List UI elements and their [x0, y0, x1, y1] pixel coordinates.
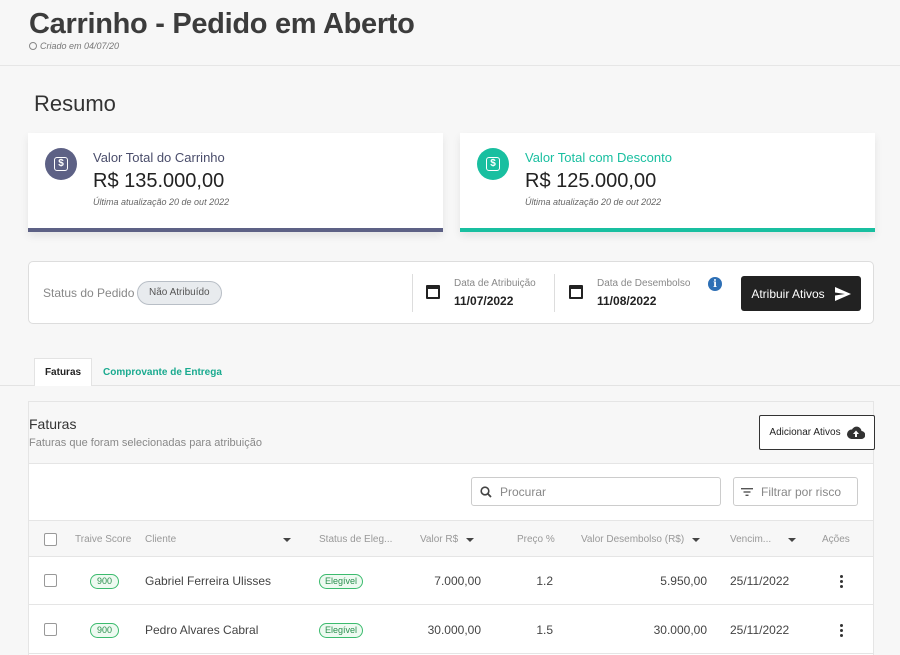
add-assets-button[interactable]: Adicionar Ativos: [759, 415, 875, 450]
send-icon: [834, 286, 851, 301]
divider: [554, 274, 555, 312]
search-input[interactable]: Procurar: [471, 477, 721, 506]
row-checkbox[interactable]: [44, 574, 57, 587]
invoice-disbursement: 30.000,00: [653, 623, 707, 637]
created-date: Criado em 04/07/20: [29, 41, 119, 51]
tabs-bar: Faturas Comprovante de Entrega: [0, 356, 900, 386]
attribution-date-value: 11/07/2022: [454, 294, 514, 308]
column-header-due-label: Vencim...: [730, 534, 772, 545]
invoice-disbursement: 5.950,00: [660, 574, 707, 588]
invoices-subtitle: Faturas que foram selecionadas para atri…: [29, 437, 262, 449]
client-name: Gabriel Ferreira Ulisses: [145, 574, 272, 588]
sort-arrow-icon: [692, 537, 701, 542]
search-placeholder: Procurar: [500, 484, 547, 499]
cart-total-value: R$ 135.000,00: [93, 170, 225, 192]
column-header-disbursement-label: Valor Desembolso (R$): [581, 534, 685, 545]
money-icon: $: [45, 148, 77, 180]
discount-total-value: R$ 125.000,00: [525, 170, 657, 192]
card-accent-bar: [28, 228, 443, 232]
order-status-label: Status do Pedido: [43, 286, 135, 300]
cart-total-card: $ Valor Total do Carrinho R$ 135.000,00 …: [28, 133, 443, 232]
invoice-value: 30.000,00: [427, 623, 481, 637]
column-header-actions: Ações: [822, 534, 850, 545]
column-header-eligibility[interactable]: Status de Eleg...: [319, 521, 392, 558]
sort-arrow-icon: [788, 537, 796, 542]
cart-total-updated: Última atualização 20 de out 2022: [93, 197, 230, 207]
column-header-due[interactable]: Vencim...: [730, 521, 796, 558]
discount-total-card: $ Valor Total com Desconto R$ 125.000,00…: [460, 133, 875, 232]
score-badge: 900: [90, 622, 120, 638]
more-vert-icon[interactable]: [840, 574, 843, 588]
column-header-value-label: Valor R$: [420, 534, 459, 545]
invoice-price: 1.2: [536, 574, 553, 588]
info-icon[interactable]: i: [708, 277, 722, 291]
invoices-title: Faturas: [29, 416, 77, 432]
summary-title: Resumo: [34, 91, 116, 116]
score-badge: 900: [90, 573, 120, 589]
table-row[interactable]: 900 Gabriel Ferreira Ulisses Elegível 7.…: [29, 557, 873, 605]
column-header-client[interactable]: Cliente: [145, 521, 291, 558]
attribution-date-label: Data de Atribuição: [454, 278, 536, 289]
tab-comprovante-entrega[interactable]: Comprovante de Entrega: [103, 358, 222, 386]
select-all-checkbox[interactable]: [44, 533, 57, 546]
card-accent-bar: [460, 228, 875, 232]
column-header-client-label: Cliente: [145, 534, 177, 545]
created-date-text: Criado em 04/07/20: [40, 41, 120, 51]
more-vert-icon[interactable]: [840, 623, 843, 637]
discount-total-updated: Última atualização 20 de out 2022: [525, 197, 662, 207]
column-header-disbursement[interactable]: Valor Desembolso (R$): [581, 521, 701, 558]
cloud-upload-icon: [846, 426, 865, 439]
page-title: Carrinho - Pedido em Aberto: [29, 8, 415, 40]
invoices-header: Faturas Faturas que foram selecionadas p…: [29, 402, 875, 464]
add-assets-label: Adicionar Ativos: [769, 427, 841, 438]
tab-faturas[interactable]: Faturas: [34, 358, 92, 386]
table-header: Traive Score Cliente Status de Eleg... V…: [29, 520, 873, 557]
eligibility-badge: Elegível: [319, 622, 364, 638]
divider: [412, 274, 413, 312]
invoices-panel: Faturas Faturas que foram selecionadas p…: [28, 401, 875, 655]
column-header-value[interactable]: Valor R$: [420, 521, 475, 558]
disbursement-date-value: 11/08/2022: [597, 294, 657, 308]
discount-total-label: Valor Total com Desconto: [525, 150, 672, 165]
disbursement-date-label: Data de Desembolso: [597, 278, 691, 289]
money-icon: $: [477, 148, 509, 180]
column-header-price[interactable]: Preço %: [517, 521, 555, 558]
table-row[interactable]: 900 Pedro Alvares Cabral Elegível 30.000…: [29, 606, 873, 654]
calendar-icon: [426, 285, 440, 299]
assign-assets-label: Atribuir Ativos: [751, 286, 825, 301]
invoice-due-date: 25/11/2022: [730, 623, 790, 637]
row-checkbox[interactable]: [44, 623, 57, 636]
status-badge: Não Atribuído: [137, 281, 222, 305]
cart-total-label: Valor Total do Carrinho: [93, 150, 225, 165]
risk-filter[interactable]: Filtrar por risco: [733, 477, 858, 506]
invoice-due-date: 25/11/2022: [730, 574, 790, 588]
invoice-value: 7.000,00: [434, 574, 481, 588]
search-icon: [480, 485, 492, 498]
sort-arrow-icon: [283, 537, 291, 542]
invoice-price: 1.5: [536, 623, 553, 637]
sort-arrow-icon: [466, 537, 475, 542]
client-name: Pedro Alvares Cabral: [145, 623, 259, 637]
filter-label: Filtrar por risco: [761, 484, 842, 499]
page-header: Carrinho - Pedido em Aberto Criado em 04…: [0, 0, 900, 66]
column-header-score[interactable]: Traive Score: [75, 521, 131, 558]
eligibility-badge: Elegível: [319, 573, 364, 589]
filter-icon: [741, 487, 753, 496]
assign-assets-button[interactable]: Atribuir Ativos: [741, 276, 861, 311]
clock-icon: [29, 42, 37, 50]
order-status-panel: Status do Pedido Não Atribuído Data de A…: [28, 261, 874, 324]
calendar-icon: [569, 285, 583, 299]
